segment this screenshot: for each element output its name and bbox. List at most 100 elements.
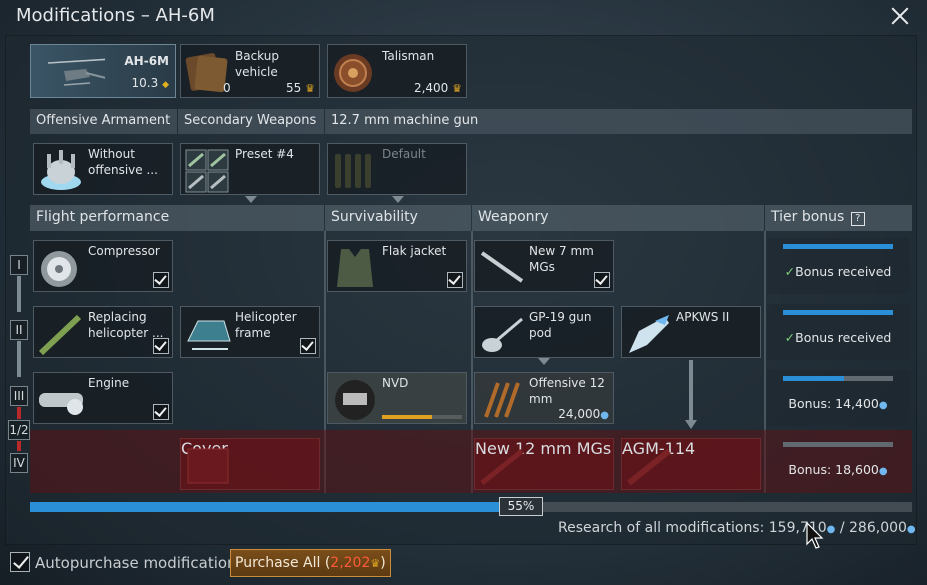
backup-vehicle-card[interactable]: Backup vehicle 0 55 ♛	[180, 44, 320, 98]
secondary-weapons-card[interactable]: Preset #4	[180, 143, 320, 195]
section-weaponry: Weaponry	[472, 205, 764, 231]
mod-label: Engine	[88, 376, 130, 390]
tier-bonus-bar	[783, 442, 893, 447]
nvd-progress-bar	[382, 415, 462, 419]
mod-flak-jacket[interactable]: Flak jacket	[327, 240, 467, 292]
turret-icon	[41, 150, 81, 190]
mod-cover[interactable]: Cover	[180, 438, 320, 490]
checkbox-checked	[594, 272, 610, 288]
mg-default-card[interactable]: Default	[327, 143, 467, 195]
close-icon[interactable]	[888, 4, 912, 28]
mod-label: Replacing helicopter ...	[88, 310, 164, 340]
mod-new-7mm[interactable]: New 7 mm MGs	[474, 240, 614, 292]
vehicle-card[interactable]: AH-6M 10.3 ◆	[30, 44, 176, 98]
mod-label: NVD	[382, 376, 409, 390]
tier-arrow-locked	[17, 407, 21, 419]
gun-icon	[480, 251, 524, 283]
helicopter-icon	[47, 58, 105, 86]
window-title: Modifications – AH-6M	[16, 5, 215, 26]
offensive-armament-card[interactable]: Without offensive ...	[33, 143, 173, 195]
backup-count: 0	[223, 81, 231, 95]
blade-icon	[38, 314, 82, 356]
apkws-arrow	[689, 360, 693, 420]
mod-label: GP-19 gun pod	[529, 310, 592, 340]
talisman-label: Talisman	[382, 49, 435, 63]
mg-default-label: Default	[382, 147, 426, 161]
engine-icon	[39, 393, 83, 415]
secondary-label: Preset #4	[235, 147, 294, 161]
backup-cost: 55 ♛	[286, 81, 315, 95]
tier-iii-label: III	[10, 386, 28, 406]
gp19-pointer	[538, 358, 550, 365]
checkbox-checked	[153, 338, 169, 354]
mod-engine[interactable]: Engine	[33, 372, 173, 424]
mod-apkws[interactable]: APKWS II	[621, 306, 761, 358]
cover-icon	[187, 448, 229, 484]
mouse-cursor-icon	[806, 522, 824, 549]
help-icon[interactable]: ?	[850, 212, 865, 226]
tier-progress-label: 1/2	[8, 420, 30, 440]
tier-bonus-2: ✓Bonus received	[767, 304, 909, 360]
flak-jacket-icon	[337, 249, 373, 287]
mod-label: New 7 mm MGs	[529, 244, 594, 274]
tier-ii-label: II	[10, 320, 28, 340]
vehicle-name: AH-6M	[124, 54, 169, 68]
mod-label: Compressor	[88, 244, 160, 258]
apkws-arrow-head	[685, 420, 697, 429]
talisman-cost: 2,400 ♛	[413, 81, 462, 95]
loadout-header-mg: 12.7 mm machine gun	[325, 109, 912, 134]
compressor-icon	[41, 251, 77, 287]
frame-icon	[187, 320, 231, 350]
checkbox-checked	[153, 404, 169, 420]
mod-replacing-helicopter[interactable]: Replacing helicopter ...	[33, 306, 173, 358]
checkbox-checked	[447, 272, 463, 288]
tier-bonus-bar	[783, 376, 893, 381]
mod-gp19[interactable]: GP-19 gun pod	[474, 306, 614, 358]
mod-offensive-12mm[interactable]: Offensive 12 mm 24,000●	[474, 372, 614, 424]
gun-pod-icon	[482, 317, 523, 352]
missile-icon	[627, 448, 671, 486]
mod-compressor[interactable]: Compressor	[33, 240, 173, 292]
tier-bonus-3: Bonus: 14,400●	[767, 370, 909, 426]
loadout-header-secondary: Secondary Weapons	[178, 109, 324, 134]
mg-pointer	[392, 196, 404, 203]
mod-agm114[interactable]: AGM-114	[621, 438, 761, 490]
nvd-icon	[335, 380, 375, 420]
tier-bonus-text: ✓Bonus received	[784, 330, 892, 345]
mod-label: Flak jacket	[382, 244, 447, 258]
preset-icon	[185, 149, 229, 193]
checkbox-checked	[153, 272, 169, 288]
ammo-belt-icon	[484, 382, 520, 418]
mod-label: Helicopter frame	[235, 310, 297, 340]
mod-new-12mm[interactable]: New 12 mm MGs	[474, 438, 614, 490]
tier-bonus-text: ✓Bonus received	[784, 264, 892, 279]
mod-nvd[interactable]: NVD	[327, 372, 467, 424]
section-flight-performance: Flight performance	[30, 205, 324, 231]
tier-bonus-bar	[783, 310, 893, 315]
tier-arrow	[17, 341, 21, 377]
tier-arrow-locked	[17, 441, 21, 451]
rocket-pod-icon	[629, 315, 669, 353]
tier-bonus-text: Bonus: 14,400●	[788, 396, 888, 411]
tier-arrow	[17, 276, 21, 312]
backup-label: Backup vehicle	[235, 49, 279, 79]
tier-bonus-1: ✓Bonus received	[767, 238, 909, 294]
mod-cost: 24,000●	[558, 407, 609, 421]
section-survivability: Survivability	[325, 205, 471, 231]
section-tier-bonus: Tier bonus ?	[765, 205, 912, 231]
talisman-card[interactable]: Talisman 2,400 ♛	[327, 44, 467, 98]
tier-iv-label: IV	[10, 453, 28, 473]
research-total-text: Research of all modifications: 159,710● …	[558, 520, 916, 536]
research-percent: 55%	[499, 497, 543, 516]
vehicle-br: 10.3 ◆	[131, 76, 169, 90]
mod-helicopter-frame[interactable]: Helicopter frame	[180, 306, 320, 358]
checkbox-checked	[300, 338, 316, 354]
loadout-header-offensive: Offensive Armament	[30, 109, 177, 134]
autopurchase-checkbox[interactable]	[10, 552, 30, 572]
tier-bonus-4: Bonus: 18,600●	[767, 436, 909, 492]
autopurchase-label: Autopurchase modifications	[35, 554, 245, 572]
mod-label: Offensive 12 mm	[529, 376, 605, 406]
offensive-label: Without offensive ...	[88, 147, 158, 177]
purchase-all-button[interactable]: Purchase All (2,202♛)	[230, 549, 391, 577]
research-progress-bar	[30, 502, 912, 512]
